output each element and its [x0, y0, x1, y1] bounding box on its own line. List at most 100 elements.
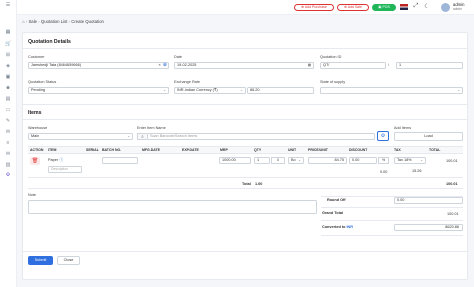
unit-select[interactable]: Bo ⌄	[288, 157, 304, 164]
round-off-input[interactable]: 0.00	[394, 197, 463, 204]
tag-icon[interactable]: ◈	[5, 64, 11, 69]
note-textarea[interactable]	[28, 200, 317, 214]
language-flag-icon[interactable]	[400, 4, 408, 10]
date-input[interactable]: 19-02-2025 ▦	[174, 62, 314, 69]
mail-icon[interactable]: ✉	[5, 152, 11, 157]
load-button[interactable]: Load	[394, 132, 463, 141]
batch-no-input[interactable]	[102, 157, 138, 164]
state-of-supply-label: State of supply	[320, 80, 346, 84]
col-unit: UNIT	[288, 148, 297, 152]
barcode-icon: ⌕	[137, 133, 147, 140]
document-icon[interactable]: ▤	[5, 97, 11, 102]
currency-select[interactable]: INR-Indian Currency (₹) ⌄	[174, 87, 246, 94]
price-input[interactable]: 84.75	[308, 157, 347, 164]
col-mfg-date: MFG.DATE	[142, 148, 161, 152]
col-action: ACTION	[30, 148, 44, 152]
list-icon[interactable]: ≡	[5, 141, 11, 146]
col-serial: SERIAL	[86, 148, 99, 152]
avatar[interactable]	[441, 3, 450, 12]
pos-button[interactable]: ▣ POS	[372, 4, 396, 11]
tax-select[interactable]: Tax 18% ⌄	[394, 157, 426, 164]
tax-value: Tax 18%	[397, 158, 412, 162]
sidebar: ☰ ▦ 🛒 ⊞ ◈ ▣ ☻ ▤ ▭ ✎ ✉ ≡ ✉ ▥ ⚙	[0, 0, 17, 287]
box-icon[interactable]: ▣	[5, 75, 11, 80]
col-exp-date: EXP.DATE	[182, 148, 199, 152]
dark-mode-icon[interactable]: ☾	[423, 3, 431, 11]
status-label: Quotation Status	[28, 80, 57, 84]
add-purchase-button[interactable]: ⊕ Add Purchase	[294, 4, 334, 11]
converted-label-text: Converted to	[322, 225, 346, 229]
quotation-prefix-input[interactable]: QT/	[320, 62, 386, 69]
divider	[23, 104, 467, 105]
message-icon[interactable]: ✉	[5, 130, 11, 135]
add-sale-button[interactable]: ⊕ Add Sale	[337, 4, 369, 11]
settings-gear-icon[interactable]: ⚙	[377, 131, 389, 141]
pos-label: POS	[382, 5, 390, 9]
discount-input[interactable]: 0.00	[349, 157, 377, 164]
state-of-supply-select[interactable]: ⌄	[320, 87, 463, 94]
chevron-down-icon: ⌄	[420, 158, 423, 162]
description-input[interactable]: Description	[48, 166, 82, 173]
grand-sum: 100.01	[446, 182, 458, 186]
add-purchase-label: Add Purchase	[304, 5, 327, 9]
converted-value-input[interactable]: 8620.86	[394, 224, 463, 231]
exchange-rate-value: 86.20	[250, 88, 260, 92]
chevron-down-icon: ⌄	[240, 88, 243, 92]
mrp-input[interactable]: 1000.00	[219, 157, 251, 164]
warehouse-label: Warehouse	[28, 126, 48, 130]
purchase-icon[interactable]: ⊞	[5, 53, 11, 58]
customer-select[interactable]: Jamshedji Tata (8464659666) ✕ ⌄	[28, 62, 169, 69]
divider	[23, 48, 467, 49]
delete-row-icon[interactable]: 🗑	[30, 157, 40, 165]
qty-stepper[interactable]: ⇕	[271, 157, 285, 164]
home-icon[interactable]: ⌂	[22, 19, 25, 24]
users-icon[interactable]: ☻	[5, 86, 11, 91]
date-value: 19-02-2025	[177, 63, 197, 67]
exchange-rate-input[interactable]: 86.20	[247, 87, 314, 94]
items-title: Items	[28, 110, 42, 116]
settings-icon[interactable]: ⚙	[5, 173, 11, 178]
total-qty: 1.00	[255, 182, 263, 186]
dashboard-icon[interactable]: ▦	[5, 30, 11, 35]
divider	[23, 119, 467, 120]
report-icon[interactable]: ▥	[5, 163, 11, 168]
submit-button[interactable]: Submit	[28, 256, 53, 265]
status-select[interactable]: Pending ⌄	[28, 87, 169, 94]
add-customer-icon[interactable]: ⊕	[161, 62, 169, 69]
col-qty: QTY	[254, 148, 262, 152]
exchange-rate-label: Exchange Rate	[174, 80, 200, 84]
chevron-down-icon: ⌄	[457, 88, 460, 92]
col-item: ITEM	[48, 148, 57, 152]
info-icon[interactable]: ⓘ	[59, 157, 63, 162]
quotation-number-input[interactable]: 1	[396, 62, 463, 69]
card-icon[interactable]: ▭	[5, 108, 11, 113]
tools-icon[interactable]: ✎	[5, 119, 11, 124]
quotation-number-value: 1	[399, 63, 402, 67]
col-tax: TAX	[394, 148, 401, 152]
item-search-input[interactable]: Scan Barcode/Search Items	[147, 133, 375, 140]
warehouse-select[interactable]: Main ⌄	[28, 133, 133, 140]
breadcrumb-create-quotation: Create Quotation	[71, 19, 104, 24]
breadcrumb-quotation-list[interactable]: Quotation List	[41, 19, 68, 24]
calendar-icon[interactable]: ▦	[308, 63, 311, 68]
item-name: Paper ⓘ	[48, 157, 63, 163]
discount-type-select[interactable]: %	[378, 157, 389, 164]
warehouse-value: Main	[31, 134, 40, 138]
close-button[interactable]: Close	[57, 256, 80, 265]
converted-label: Converted to INR	[322, 225, 353, 229]
item-search-placeholder: Scan Barcode/Search Items	[150, 134, 198, 138]
sales-icon[interactable]: 🛒	[5, 42, 11, 47]
col-discount: DISCOUNT	[349, 148, 368, 152]
col-price-unit: PRICE/UNIT	[308, 148, 328, 152]
menu-toggle-icon[interactable]: ☰	[5, 3, 11, 8]
item-name-label: Enter Item Name	[137, 126, 166, 130]
fullscreen-icon[interactable]: ⤢	[412, 3, 420, 11]
qty-input[interactable]: 1	[254, 157, 270, 164]
chevron-down-icon: ⌄	[163, 88, 166, 92]
note-label: Note	[28, 193, 37, 197]
grand-total-label: Grand Total	[322, 211, 344, 215]
top-bar: ⊕ Add Purchase ⊕ Add Sale ▣ POS ⤢ ☾ admi…	[17, 0, 474, 15]
breadcrumb-sale[interactable]: Sale	[28, 19, 37, 24]
row-total: 100.01	[446, 159, 458, 163]
col-mrp: MRP	[220, 148, 228, 152]
